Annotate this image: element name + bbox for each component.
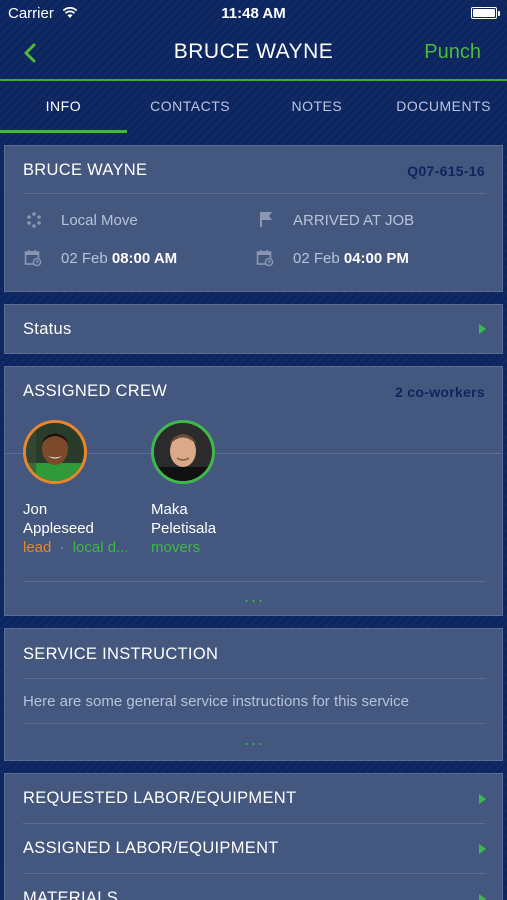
status-bar: Carrier 11:48 AM xyxy=(0,0,507,28)
move-type: Local Move xyxy=(61,212,138,229)
assigned-labor-row[interactable]: ASSIGNED LABOR/EQUIPMENT xyxy=(5,824,502,873)
chevron-right-icon xyxy=(479,324,486,334)
job-status: ARRIVED AT JOB xyxy=(293,212,415,229)
crew-photo-maka xyxy=(154,423,212,481)
more-service-button[interactable]: ... xyxy=(5,730,504,748)
service-title: SERVICE INSTRUCTION xyxy=(23,645,219,663)
role-movers: movers xyxy=(151,539,201,556)
divider xyxy=(23,678,485,679)
crew-first-name: Maka xyxy=(151,501,188,518)
battery-icon xyxy=(471,7,500,19)
chevron-right-icon xyxy=(479,794,486,804)
materials-row[interactable]: MATERIALS xyxy=(5,874,502,900)
divider xyxy=(23,193,485,194)
end-date: 02 Feb xyxy=(293,250,340,267)
avatar[interactable] xyxy=(151,420,215,484)
divider xyxy=(23,581,485,582)
flag-icon xyxy=(260,212,272,227)
customer-name: BRUCE WAYNE xyxy=(23,161,148,179)
nav-bar: BRUCE WAYNE Punch xyxy=(0,28,507,80)
status-row[interactable]: Status xyxy=(4,304,503,354)
end-datetime: 02 Feb 04:00 PM xyxy=(293,250,409,267)
avatar[interactable] xyxy=(23,420,87,484)
tab-info[interactable]: INFO xyxy=(0,81,127,133)
crew-roles: lead · local d... xyxy=(23,539,129,556)
chevron-right-icon xyxy=(479,844,486,854)
role-lead: lead xyxy=(23,539,52,556)
start-date: 02 Feb xyxy=(61,250,108,267)
role-local: local d... xyxy=(72,539,129,556)
tab-notes[interactable]: NOTES xyxy=(254,81,381,133)
calendar-icon xyxy=(24,250,42,267)
tab-contacts[interactable]: CONTACTS xyxy=(127,81,254,133)
service-text: Here are some general service instructio… xyxy=(23,693,409,710)
start-time: 08:00 AM xyxy=(111,250,178,267)
tab-bar: INFO CONTACTS NOTES DOCUMENTS xyxy=(0,81,507,133)
materials-label: MATERIALS xyxy=(23,889,118,900)
job-id: Q07-615-16 xyxy=(407,163,485,179)
links-card: REQUESTED LABOR/EQUIPMENT ASSIGNED LABOR… xyxy=(4,773,503,900)
crew-title: ASSIGNED CREW xyxy=(23,382,168,400)
end-time: 04:00 PM xyxy=(343,250,409,267)
start-datetime: 02 Feb 08:00 AM xyxy=(61,250,177,267)
calendar-icon xyxy=(256,250,274,267)
crew-photo-jon xyxy=(26,423,84,481)
chevron-right-icon xyxy=(479,894,486,900)
assigned-labor-label: ASSIGNED LABOR/EQUIPMENT xyxy=(23,839,279,857)
spinner-icon xyxy=(27,212,41,228)
requested-labor-label: REQUESTED LABOR/EQUIPMENT xyxy=(23,789,297,807)
divider xyxy=(23,723,485,724)
job-summary-card: BRUCE WAYNE Q07-615-16 Local Move ARRIVE… xyxy=(4,145,503,292)
status-label: Status xyxy=(23,320,72,338)
crew-last-name: Appleseed xyxy=(23,520,94,537)
requested-labor-row[interactable]: REQUESTED LABOR/EQUIPMENT xyxy=(5,774,502,823)
crew-count: 2 co-workers xyxy=(395,384,485,400)
crew-last-name: Peletisala xyxy=(151,520,217,537)
clock: 11:48 AM xyxy=(221,5,286,22)
role-separator: · xyxy=(59,539,65,556)
more-crew-button[interactable]: ... xyxy=(5,587,504,605)
assigned-crew-card: ASSIGNED CREW 2 co-workers Jon Appleseed… xyxy=(4,366,503,616)
punch-button[interactable]: Punch xyxy=(424,41,481,64)
tab-documents[interactable]: DOCUMENTS xyxy=(380,81,507,133)
service-instruction-card: SERVICE INSTRUCTION Here are some genera… xyxy=(4,628,503,761)
crew-first-name: Jon xyxy=(23,501,48,518)
